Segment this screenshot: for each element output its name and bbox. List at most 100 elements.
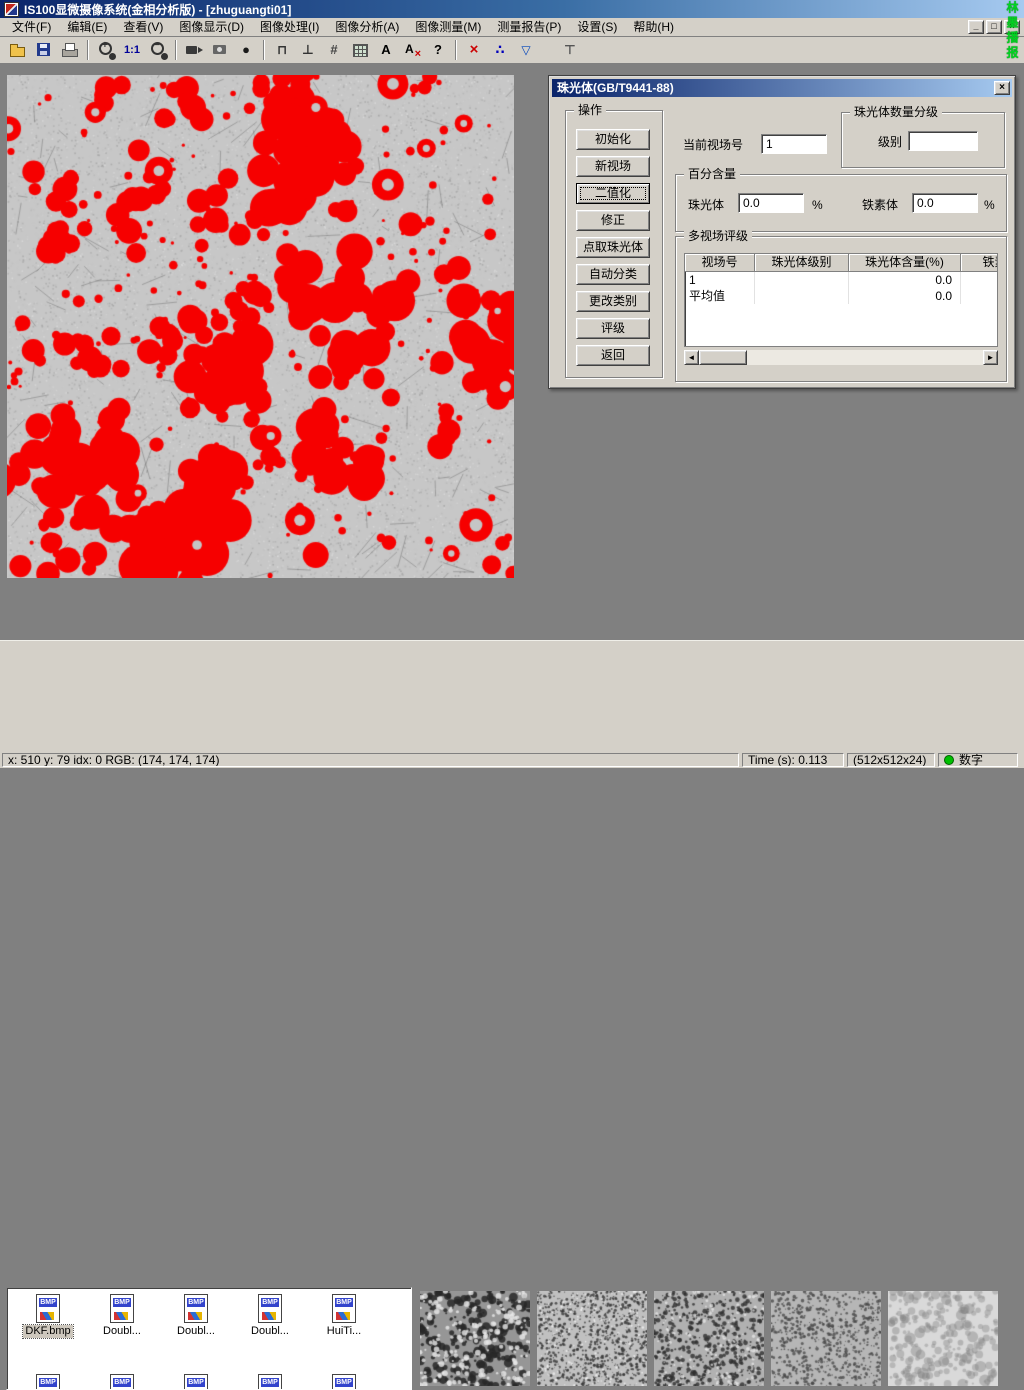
pearlite-dialog: 珠光体(GB/T9441-88) × 操作 初始化新视场二值化修正点取珠光体自动… bbox=[548, 75, 1016, 389]
op-button-1[interactable]: 初始化 bbox=[576, 129, 650, 150]
grid-button[interactable] bbox=[348, 39, 372, 61]
op-button-9[interactable]: 返回 bbox=[576, 345, 650, 366]
font-button[interactable]: A bbox=[374, 39, 398, 61]
menu-item-4[interactable]: 图像显示(D) bbox=[171, 18, 252, 36]
bmp-badge: BMP bbox=[335, 1378, 353, 1387]
caliper-icon: ⊓ bbox=[277, 41, 287, 59]
file-item-row2-2[interactable]: BMP bbox=[89, 1374, 155, 1390]
operations-group: 操作 初始化新视场二值化修正点取珠光体自动分类更改类别评级返回 bbox=[565, 110, 663, 378]
lens-button[interactable]: ● bbox=[234, 39, 258, 61]
thumbnail-1[interactable] bbox=[420, 1291, 530, 1386]
column-header-1[interactable]: 视场号 bbox=[685, 254, 755, 272]
status-position: x: 510 y: 79 idx: 0 RGB: (174, 174, 174) bbox=[2, 753, 739, 767]
current-field-input[interactable]: 1 bbox=[761, 134, 827, 154]
file-list: BMPDKF.bmpBMPDoubl...BMPDoubl...BMPDoubl… bbox=[6, 1287, 412, 1390]
table-hscrollbar[interactable]: ◄ ► bbox=[684, 350, 998, 365]
delete-button[interactable]: × bbox=[462, 39, 486, 61]
table-row-1[interactable]: 10.0 bbox=[685, 272, 997, 288]
ferrite-label: 铁素体 bbox=[862, 198, 898, 212]
table-cell: 平均值 bbox=[685, 288, 755, 304]
file-item-4[interactable]: BMPDoubl... bbox=[237, 1294, 303, 1341]
toolbar-separator bbox=[263, 40, 265, 60]
file-item-row2-3[interactable]: BMP bbox=[163, 1374, 229, 1390]
thumbnail-3[interactable] bbox=[654, 1291, 764, 1386]
scatter-button[interactable]: ∴ bbox=[488, 39, 512, 61]
column-header-4[interactable]: 铁素体 bbox=[961, 254, 998, 272]
menu-item-1[interactable]: 文件(F) bbox=[4, 18, 59, 36]
help-button[interactable]: ? bbox=[426, 39, 450, 61]
op-button-3[interactable]: 二值化 bbox=[576, 183, 650, 204]
file-item-row2-1[interactable]: BMP bbox=[15, 1374, 81, 1390]
menu-item-7[interactable]: 图像测量(M) bbox=[407, 18, 489, 36]
menu-item-3[interactable]: 查看(V) bbox=[115, 18, 171, 36]
op-button-7[interactable]: 更改类别 bbox=[576, 291, 650, 312]
file-item-5[interactable]: BMPHuiTi... bbox=[311, 1294, 377, 1341]
video-camera-icon bbox=[185, 41, 203, 59]
grading-group-label: 珠光体数量分级 bbox=[850, 105, 942, 119]
paint-mark-icon bbox=[188, 1312, 202, 1320]
scroll-right-button[interactable]: ► bbox=[983, 350, 998, 365]
menu-item-8[interactable]: 测量报告(P) bbox=[489, 18, 569, 36]
micrograph-image[interactable] bbox=[7, 75, 514, 578]
menu-item-6[interactable]: 图像分析(A) bbox=[327, 18, 407, 36]
op-button-6[interactable]: 自动分类 bbox=[576, 264, 650, 285]
actual-size-button[interactable]: 1:1 bbox=[120, 39, 144, 61]
open-button[interactable] bbox=[6, 39, 30, 61]
font-delete-icon bbox=[403, 41, 421, 59]
pearlite-input[interactable]: 0.0 bbox=[738, 193, 804, 213]
clamp-icon: ⊤ bbox=[564, 41, 576, 59]
bmp-badge: BMP bbox=[187, 1378, 205, 1387]
print-button[interactable] bbox=[58, 39, 82, 61]
micrometer-button[interactable]: ⊥ bbox=[296, 39, 320, 61]
mdi-restore-button[interactable]: □ bbox=[986, 20, 1002, 34]
lens-icon: ● bbox=[242, 41, 250, 59]
dialog-close-button[interactable]: × bbox=[994, 81, 1010, 95]
column-header-3[interactable]: 珠光体含量(%) bbox=[849, 254, 961, 272]
font-delete-button[interactable] bbox=[400, 39, 424, 61]
op-button-4[interactable]: 修正 bbox=[576, 210, 650, 231]
percent-sign: % bbox=[984, 198, 995, 212]
scroll-left-button[interactable]: ◄ bbox=[684, 350, 699, 365]
table-cell bbox=[961, 288, 998, 304]
op-button-2[interactable]: 新视场 bbox=[576, 156, 650, 177]
menu-item-9[interactable]: 设置(S) bbox=[569, 18, 625, 36]
file-item-3[interactable]: BMPDoubl... bbox=[163, 1294, 229, 1341]
multifield-table[interactable]: 视场号珠光体级别珠光体含量(%)铁素体10.0平均值 0.0 bbox=[684, 253, 998, 347]
op-button-8[interactable]: 评级 bbox=[576, 318, 650, 339]
file-item-row2-4[interactable]: BMP bbox=[237, 1374, 303, 1390]
column-header-2[interactable]: 珠光体级别 bbox=[755, 254, 849, 272]
grid-pin-button[interactable]: # bbox=[322, 39, 346, 61]
menu-item-5[interactable]: 图像处理(I) bbox=[252, 18, 327, 36]
save-button[interactable] bbox=[32, 39, 56, 61]
flask-icon: ▽ bbox=[521, 41, 530, 59]
table-row-2[interactable]: 平均值 0.0 bbox=[685, 288, 997, 304]
zoom-in-button[interactable] bbox=[94, 39, 118, 61]
thumbnail-5[interactable] bbox=[888, 1291, 998, 1386]
ferrite-input[interactable]: 0.0 bbox=[912, 193, 978, 213]
level-input[interactable] bbox=[908, 131, 978, 151]
video-button[interactable] bbox=[182, 39, 206, 61]
thumbnail-4[interactable] bbox=[771, 1291, 881, 1386]
mdi-minimize-button[interactable]: _ bbox=[968, 20, 984, 34]
capture-button[interactable] bbox=[208, 39, 232, 61]
percent-group: 百分含量 珠光体 0.0 % 铁素体 0.0 % bbox=[675, 174, 1007, 232]
file-item-2[interactable]: BMPDoubl... bbox=[89, 1294, 155, 1341]
zoom-out-button[interactable] bbox=[146, 39, 170, 61]
file-name: Doubl... bbox=[101, 1325, 143, 1338]
thumbnail-2[interactable] bbox=[537, 1291, 647, 1386]
flask-button[interactable]: ▽ bbox=[514, 39, 538, 61]
table-cell: 0.0 bbox=[849, 288, 961, 304]
menu-item-10[interactable]: 帮助(H) bbox=[625, 18, 682, 36]
menu-item-2[interactable]: 编辑(E) bbox=[59, 18, 115, 36]
micrometer-icon: ⊥ bbox=[302, 41, 314, 59]
caliper-button[interactable]: ⊓ bbox=[270, 39, 294, 61]
bmp-badge: BMP bbox=[187, 1298, 205, 1307]
op-button-5[interactable]: 点取珠光体 bbox=[576, 237, 650, 258]
clamp-button[interactable]: ⊤ bbox=[558, 39, 582, 61]
scroll-thumb[interactable] bbox=[699, 350, 747, 365]
toolbar-separator bbox=[175, 40, 177, 60]
status-led-icon bbox=[944, 755, 954, 765]
file-item-1[interactable]: BMPDKF.bmp bbox=[15, 1294, 81, 1341]
dialog-title-bar[interactable]: 珠光体(GB/T9441-88) bbox=[552, 79, 1012, 97]
file-item-row2-5[interactable]: BMP bbox=[311, 1374, 377, 1390]
